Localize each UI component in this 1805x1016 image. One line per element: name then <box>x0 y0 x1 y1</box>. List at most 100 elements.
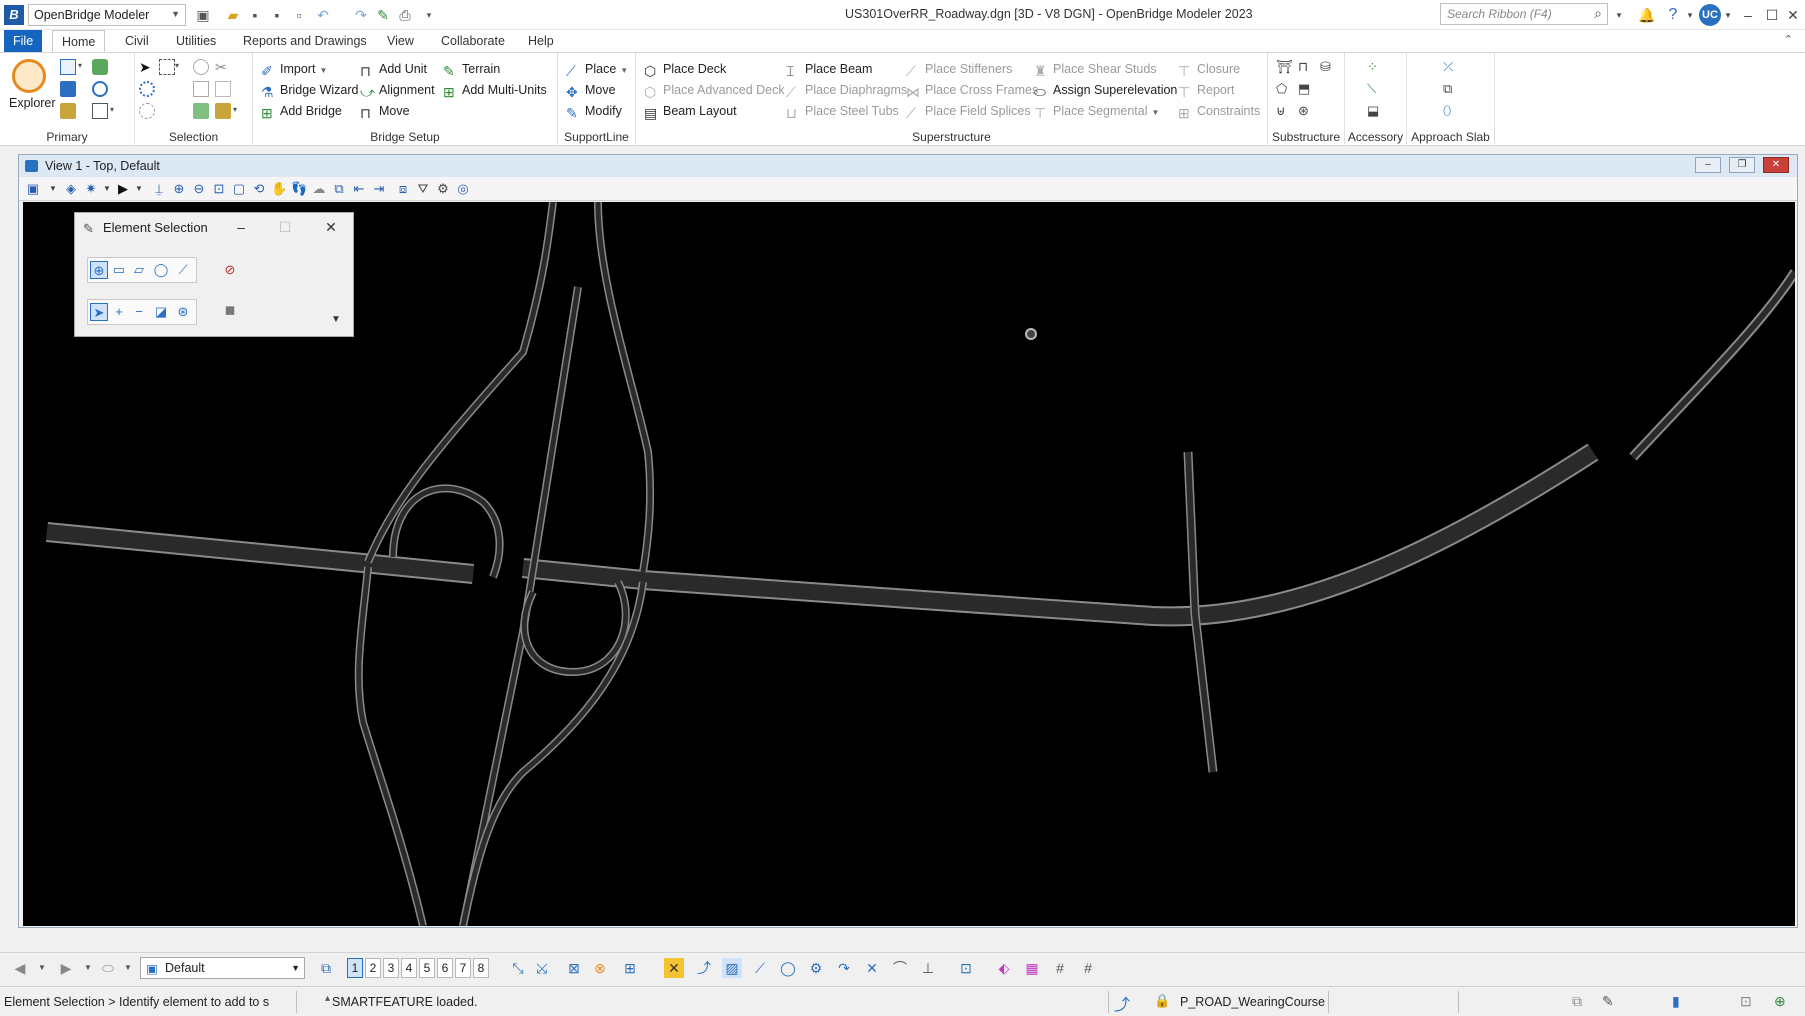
explorer-icon[interactable] <box>12 59 46 93</box>
dialog-minimize-button[interactable]: – <box>229 217 253 237</box>
rotate-view-icon[interactable]: ⟲ <box>251 181 267 197</box>
bearing-icon[interactable]: ⊛ <box>1298 103 1314 119</box>
save-as-icon[interactable]: ▫ <box>290 6 308 24</box>
level-display-icon[interactable]: ⬖ <box>994 958 1014 978</box>
back-icon[interactable]: ◀ <box>10 958 30 978</box>
update-view-icon[interactable]: ⍊ <box>151 181 167 197</box>
search-icon[interactable]: ⌕ <box>1594 5 1602 22</box>
minimize-icon[interactable]: – <box>1736 4 1760 26</box>
zoom-in-icon[interactable]: ⊕ <box>171 181 187 197</box>
dialog-close-button[interactable]: ✕ <box>319 217 343 237</box>
connection-status-icon[interactable]: ⊕ <box>1774 993 1786 1010</box>
walk-icon[interactable]: 👣 <box>291 181 307 197</box>
element-info-icon[interactable]: ⧉ <box>1572 993 1582 1010</box>
new-selection-icon[interactable]: ➤ <box>90 303 108 321</box>
view-button-6[interactable]: 6 <box>437 958 453 978</box>
print-icon[interactable]: ⎙ <box>396 6 414 24</box>
pier-icon[interactable]: ⛩ <box>1276 59 1293 75</box>
view-button-8[interactable]: 8 <box>473 958 489 978</box>
save-icon[interactable]: ▪ <box>246 6 264 24</box>
tab-home[interactable]: Home <box>52 30 106 52</box>
clear-selection-icon[interactable] <box>139 103 155 119</box>
block-select-icon[interactable]: ▭ <box>110 261 128 279</box>
terrain-button[interactable]: ✎ Terrain <box>443 59 500 79</box>
clip-face-icon[interactable]: ◎ <box>455 181 471 197</box>
selection-arrow-icon[interactable]: ➤ <box>139 59 155 75</box>
select-by-attributes-icon[interactable] <box>193 59 209 75</box>
bent-icon[interactable]: ⊓ <box>1298 59 1314 75</box>
view-attributes-icon[interactable]: ▣ <box>25 181 41 197</box>
place-segmental-button[interactable]: ⊤ Place Segmental ▼ <box>1034 101 1159 121</box>
select-all-icon[interactable] <box>139 81 155 97</box>
design-history-icon[interactable]: ✎ <box>1602 993 1614 1010</box>
clipboard-icon[interactable] <box>215 103 231 119</box>
tab-view[interactable]: View <box>378 30 423 52</box>
clear-selection-icon[interactable]: ⊘ <box>221 261 239 279</box>
window-area-icon[interactable]: ⊡ <box>211 181 227 197</box>
snap-midpoint-icon[interactable]: ⊠ <box>564 958 584 978</box>
clip-volume-icon[interactable]: ⧈ <box>395 181 411 197</box>
arc-icon[interactable]: ↷ <box>834 958 854 978</box>
column-icon[interactable]: ⊎ <box>1276 103 1292 119</box>
explorer-button[interactable]: Explorer <box>9 93 56 113</box>
add-bridge-button[interactable]: ⊞ Add Bridge <box>261 101 342 121</box>
dropdown-icon[interactable]: ▼ <box>118 958 138 978</box>
add-multi-units-button[interactable]: ⊞ Add Multi-Units <box>443 80 547 100</box>
bridge-wizard-button[interactable]: ⚗ Bridge Wizard <box>261 80 359 100</box>
expand-dialog-icon[interactable]: ▼ <box>327 311 345 329</box>
view-minimize-button[interactable]: – <box>1695 157 1721 173</box>
beam-layout-button[interactable]: ▤ Beam Layout <box>644 101 737 121</box>
dropdown-icon[interactable]: ▼ <box>45 181 61 197</box>
assign-superelevation-button[interactable]: ⬭ Assign Superelevation <box>1034 80 1177 100</box>
view-button-4[interactable]: 4 <box>401 958 417 978</box>
zoom-out-icon[interactable]: ⊖ <box>191 181 207 197</box>
supportline-modify-button[interactable]: ✎ Modify <box>566 101 622 121</box>
ribbon-search-input[interactable]: Search Ribbon (F4) ⌕ <box>1440 3 1608 25</box>
place-diaphragms-button[interactable]: ⟋ Place Diaphragms <box>786 80 907 100</box>
supportline-move-button[interactable]: ✥ Move <box>566 80 616 100</box>
view-button-7[interactable]: 7 <box>455 958 471 978</box>
view-button-5[interactable]: 5 <box>419 958 435 978</box>
approach-slab-place-icon[interactable]: ⤫ <box>1443 59 1459 75</box>
lock-icon[interactable]: 🔒 <box>1154 993 1170 1009</box>
settings-gear-icon[interactable]: ⚙ <box>806 958 826 978</box>
accudraw-icon[interactable]: ✕ <box>664 958 684 978</box>
collapse-ribbon-icon[interactable]: ⌃ <box>1784 33 1793 46</box>
active-level[interactable]: P_ROAD_WearingCourse <box>1180 995 1325 1009</box>
dropdown-icon[interactable]: ▼ <box>32 958 52 978</box>
grid-display-icon[interactable]: ▦ <box>1022 958 1042 978</box>
add-selection-icon[interactable]: + <box>110 303 128 321</box>
accessory-points-icon[interactable]: ⁘ <box>1367 59 1383 75</box>
maximize-icon[interactable]: ☐ <box>1760 4 1784 26</box>
cut-icon[interactable]: ✂ <box>215 59 231 75</box>
tab-utilities[interactable]: Utilities <box>167 30 225 52</box>
selection-options-icon[interactable]: ◼ <box>221 301 239 319</box>
tab-help[interactable]: Help <box>519 30 563 52</box>
closure-button[interactable]: ⊤ Closure <box>1178 59 1240 79</box>
place-stiffeners-button[interactable]: ⟋ Place Stiffeners <box>906 59 1012 79</box>
add-unit-button[interactable]: ⊓ Add Unit <box>360 59 427 79</box>
copy-icon[interactable] <box>193 81 209 97</box>
view-titlebar[interactable]: View 1 - Top, Default – ❐ ✕ <box>19 155 1797 177</box>
fly-icon[interactable]: ☁ <box>311 181 327 197</box>
view-restore-button[interactable]: ❐ <box>1729 157 1755 173</box>
trim-icon[interactable]: ✕ <box>862 958 882 978</box>
saved-view-icon[interactable]: ⬭ <box>98 958 118 978</box>
attributes-icon[interactable] <box>92 103 108 119</box>
view-group-dropdown[interactable]: ▣ Default ▼ <box>140 957 305 979</box>
views-manager-icon[interactable]: ⧉ <box>316 958 336 978</box>
dropdown-icon[interactable]: ▼ <box>131 181 147 197</box>
place-deck-button[interactable]: ⬡ Place Deck <box>644 59 726 79</box>
place-cross-frames-button[interactable]: ⋈ Place Cross Frames <box>906 80 1038 100</box>
wingwall-icon[interactable]: ⬠ <box>1276 81 1292 97</box>
notification-bell-icon[interactable]: 🔔 <box>1636 4 1658 26</box>
pan-view-icon[interactable]: ✋ <box>271 181 287 197</box>
view-previous-icon[interactable]: ⧉ <box>331 181 347 197</box>
workflow-dropdown[interactable]: OpenBridge Modeler ▼ <box>28 4 186 26</box>
individual-select-icon[interactable]: ⊕ <box>90 261 108 279</box>
help-menu-chevron-icon[interactable]: ▾ <box>1684 4 1696 26</box>
user-menu-chevron-icon[interactable]: ▾ <box>1722 4 1734 26</box>
dimension-icon[interactable]: ⊥ <box>918 958 938 978</box>
forward-icon[interactable]: ▶ <box>56 958 76 978</box>
circle-icon[interactable]: ◯ <box>778 958 798 978</box>
